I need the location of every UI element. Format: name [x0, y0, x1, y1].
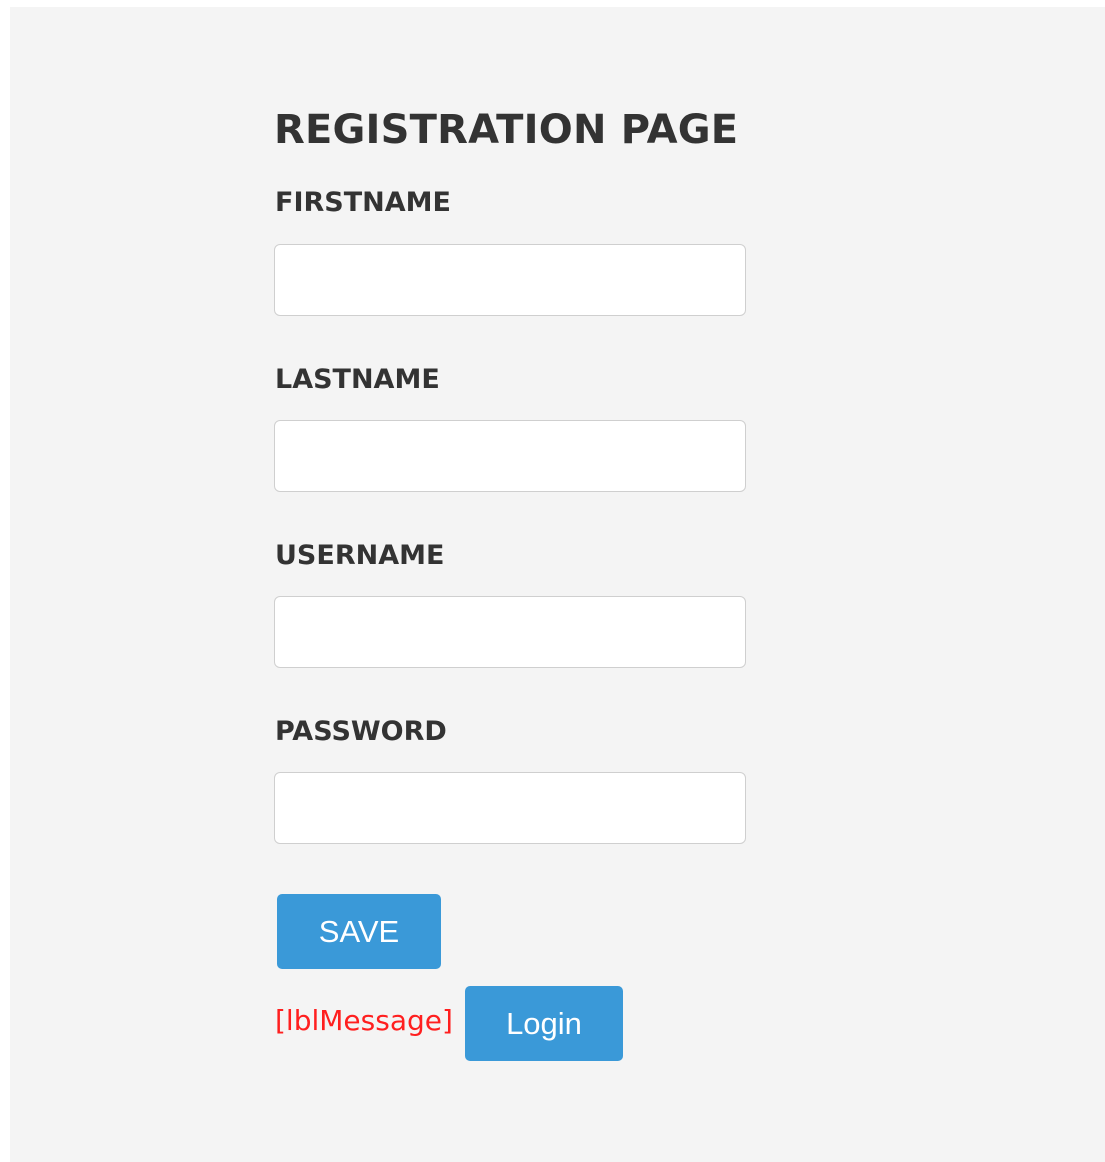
lastname-input[interactable] — [274, 420, 746, 492]
firstname-input[interactable] — [274, 244, 746, 316]
registration-panel: REGISTRATION PAGE FIRSTNAME LASTNAME USE… — [10, 7, 1105, 1162]
save-button[interactable]: SAVE — [277, 894, 441, 969]
firstname-label: FIRSTNAME — [275, 187, 451, 218]
username-input[interactable] — [274, 596, 746, 668]
message-label: [lblMessage] — [275, 1004, 453, 1037]
page-title: REGISTRATION PAGE — [274, 107, 739, 153]
username-label: USERNAME — [275, 540, 445, 571]
lastname-label: LASTNAME — [275, 364, 440, 395]
password-label: PASSWORD — [275, 716, 447, 747]
login-button[interactable]: Login — [465, 986, 623, 1061]
password-input[interactable] — [274, 772, 746, 844]
